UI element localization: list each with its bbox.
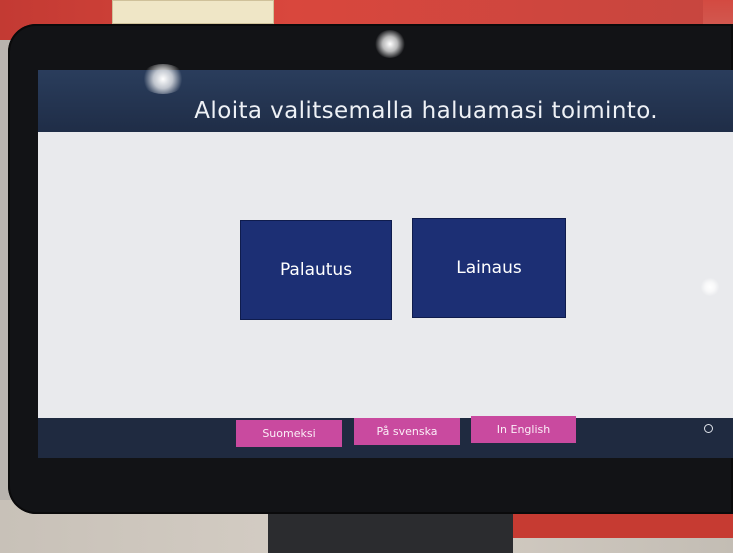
kiosk-screen: Aloita valitsemalla haluamasi toiminto. … <box>38 70 733 458</box>
language-swedish-label: På svenska <box>376 425 438 438</box>
wall-notice <box>112 0 274 24</box>
light-reflection <box>374 30 406 58</box>
vendor-logo-icon <box>704 423 713 433</box>
language-finnish-label: Suomeksi <box>262 427 316 440</box>
main-content: Palautus Lainaus <box>38 132 733 418</box>
loan-button[interactable]: Lainaus <box>412 218 566 318</box>
light-reflection <box>140 64 186 94</box>
language-bar: Suomeksi På svenska In English <box>38 416 733 458</box>
page-title: Aloita valitsemalla haluamasi toiminto. <box>194 98 658 124</box>
loan-button-label: Lainaus <box>456 258 522 278</box>
language-swedish-button[interactable]: På svenska <box>354 418 460 445</box>
language-english-button[interactable]: In English <box>471 416 576 443</box>
return-button[interactable]: Palautus <box>240 220 392 320</box>
language-finnish-button[interactable]: Suomeksi <box>236 420 342 447</box>
return-button-label: Palautus <box>279 260 353 280</box>
vendor-logo <box>704 421 733 435</box>
language-english-label: In English <box>496 423 551 436</box>
light-reflection <box>700 278 720 296</box>
